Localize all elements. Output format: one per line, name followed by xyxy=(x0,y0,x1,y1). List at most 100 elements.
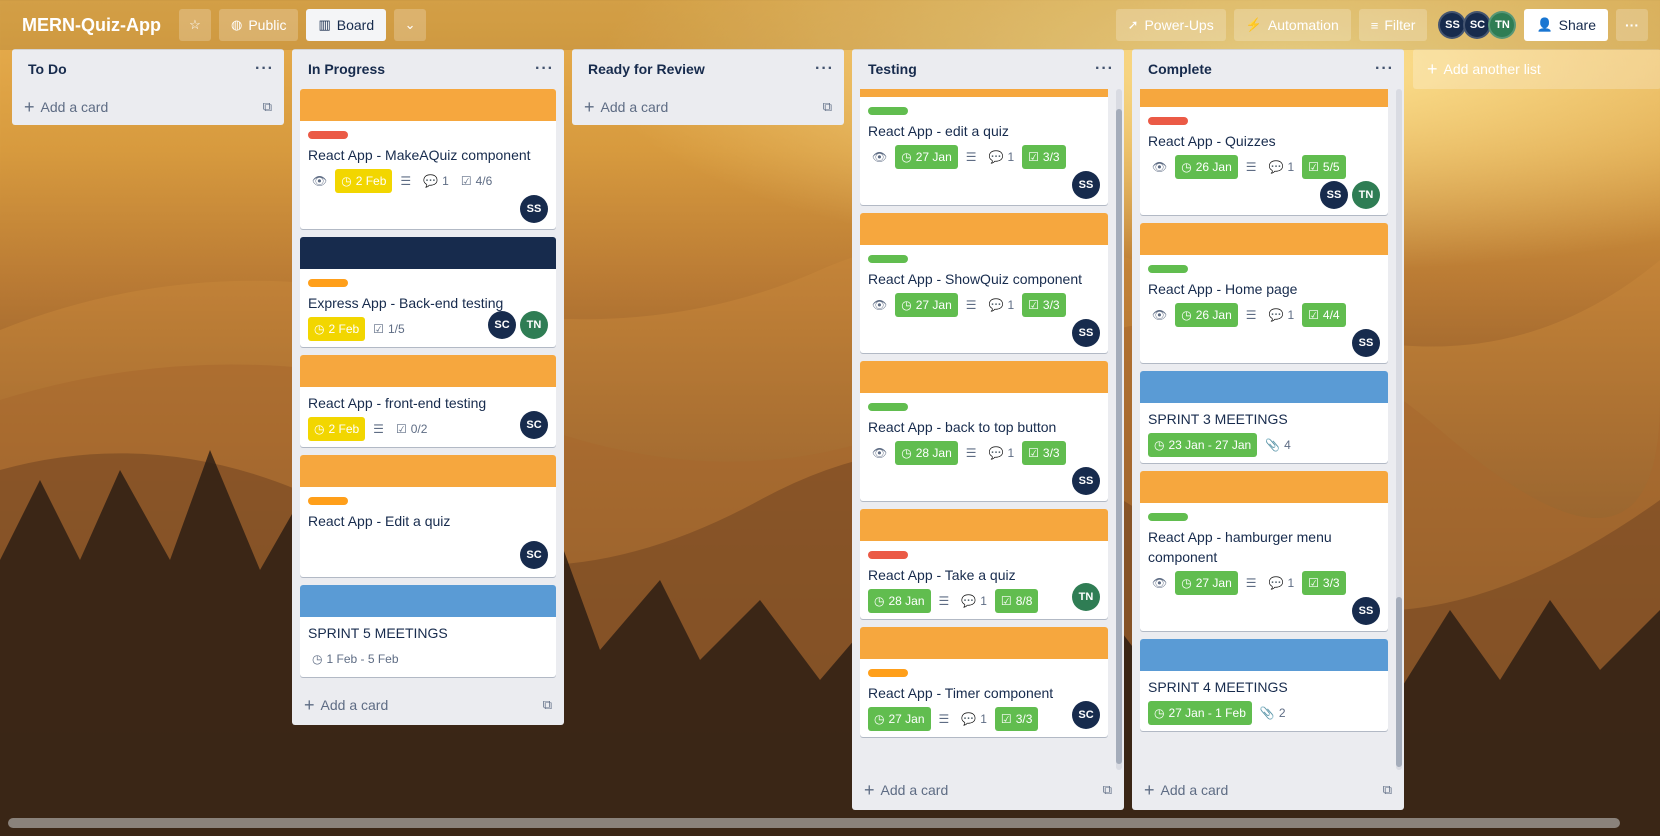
add-card-button[interactable]: + Add a card ⧉ xyxy=(852,770,1124,810)
card[interactable]: React App - front-end testing ◷ 2 Feb ☰ ☑… xyxy=(300,355,556,447)
list-menu-icon[interactable]: ··· xyxy=(1375,60,1394,78)
card-label-orange[interactable] xyxy=(868,669,908,677)
avatar[interactable]: SC xyxy=(1072,701,1100,729)
list-header[interactable]: Testing ··· xyxy=(852,49,1124,89)
share-button[interactable]: 👤 Share xyxy=(1524,9,1608,41)
card-label-orange[interactable] xyxy=(308,279,348,287)
avatar[interactable]: SS xyxy=(1072,171,1100,199)
card[interactable]: SPRINT 4 MEETINGS ◷ 27 Jan - 1 Feb 📎 2 xyxy=(1140,639,1388,731)
card-label-green[interactable] xyxy=(868,403,908,411)
due-date-badge[interactable]: ◷ 27 Jan xyxy=(868,707,931,731)
due-date-badge[interactable]: ◷ 27 Jan xyxy=(1175,571,1238,595)
list-header[interactable]: Complete ··· xyxy=(1132,49,1404,89)
list-scroll-thumb[interactable] xyxy=(1116,109,1122,764)
filter-button[interactable]: ≡ Filter xyxy=(1358,9,1428,41)
card-label-green[interactable] xyxy=(1148,513,1188,521)
board-view-button[interactable]: ▥ Board xyxy=(306,9,387,41)
add-card-button[interactable]: + Add a card ⧉ xyxy=(292,685,564,725)
board-title[interactable]: MERN-Quiz-App xyxy=(12,15,171,36)
add-card-button[interactable]: + Add a card ⧉ xyxy=(1132,770,1404,810)
avatar[interactable]: SS xyxy=(1072,319,1100,347)
card[interactable]: React App - edit a quiz 👁 ◷ 27 Jan ☰ 💬 1 ☑… xyxy=(860,89,1108,205)
list-menu-icon[interactable]: ··· xyxy=(535,60,554,78)
avatar[interactable]: TN xyxy=(1072,583,1100,611)
list-header[interactable]: In Progress ··· xyxy=(292,49,564,89)
template-icon[interactable]: ⧉ xyxy=(823,99,832,115)
due-date-badge[interactable]: ◷ 26 Jan xyxy=(1175,155,1238,179)
card[interactable]: React App - ShowQuiz component 👁 ◷ 27 Jan… xyxy=(860,213,1108,353)
list-scrollbar[interactable] xyxy=(1116,89,1122,770)
avatar[interactable]: SS xyxy=(1352,597,1380,625)
list-menu-icon[interactable]: ··· xyxy=(255,60,274,78)
template-icon[interactable]: ⧉ xyxy=(1383,782,1392,798)
card[interactable]: React App - back to top button 👁 ◷ 28 Jan… xyxy=(860,361,1108,501)
dates-badge[interactable]: ◷ 23 Jan - 27 Jan xyxy=(1148,433,1258,457)
list-title[interactable]: To Do xyxy=(28,61,67,77)
card[interactable]: React App - MakeAQuiz component 👁 ◷ 2 Feb… xyxy=(300,89,556,229)
avatar[interactable]: TN xyxy=(1352,181,1380,209)
card-label-green[interactable] xyxy=(868,107,908,115)
card-label-red[interactable] xyxy=(868,551,908,559)
automation-button[interactable]: ⚡ Automation xyxy=(1233,9,1351,41)
dates-badge[interactable]: ◷ 27 Jan - 1 Feb xyxy=(1148,701,1252,725)
add-card-button[interactable]: + Add a card ⧉ xyxy=(572,89,844,125)
avatar[interactable]: SS xyxy=(520,195,548,223)
card[interactable]: Express App - Back-end testing ◷ 2 Feb ☑ 1… xyxy=(300,237,556,347)
due-date-badge[interactable]: ◷ 28 Jan xyxy=(895,441,958,465)
card-label-red[interactable] xyxy=(308,131,348,139)
list-menu-icon[interactable]: ··· xyxy=(815,60,834,78)
card[interactable]: SPRINT 5 MEETINGS ◷ 1 Feb - 5 Feb xyxy=(300,585,556,677)
avatar[interactable]: TN xyxy=(520,311,548,339)
avatar[interactable]: TN xyxy=(1488,11,1517,39)
avatar[interactable]: SS xyxy=(1438,11,1467,39)
card[interactable]: React App - hamburger menu component 👁 ◷… xyxy=(1140,471,1388,631)
list-header[interactable]: Ready for Review ··· xyxy=(572,49,844,89)
template-icon[interactable]: ⧉ xyxy=(263,99,272,115)
list-scrollbar[interactable] xyxy=(1396,89,1402,770)
board-horizontal-scrollbar[interactable] xyxy=(8,818,1620,828)
list-title[interactable]: In Progress xyxy=(308,61,385,77)
avatar[interactable]: SS xyxy=(1352,329,1380,357)
board-scroll-thumb[interactable] xyxy=(8,818,1620,828)
card[interactable]: SPRINT 3 MEETINGS ◷ 23 Jan - 27 Jan 📎 4 xyxy=(1140,371,1388,463)
card[interactable]: React App - Edit a quiz SC xyxy=(300,455,556,577)
avatar[interactable]: SC xyxy=(520,541,548,569)
avatar[interactable]: SS xyxy=(1320,181,1348,209)
due-date-badge[interactable]: ◷ 27 Jan xyxy=(895,293,958,317)
due-date-badge[interactable]: ◷ 28 Jan xyxy=(868,589,931,613)
card[interactable]: React App - Quizzes 👁 ◷ 26 Jan ☰ 💬 1 ☑ 5/5 … xyxy=(1140,89,1388,215)
list-title[interactable]: Ready for Review xyxy=(588,61,705,77)
powerups-button[interactable]: ➚ Power-Ups xyxy=(1115,9,1226,41)
due-date-badge[interactable]: ◷ 26 Jan xyxy=(1175,303,1238,327)
avatar[interactable]: SC xyxy=(488,311,516,339)
add-card-button[interactable]: + Add a card ⧉ xyxy=(12,89,284,125)
due-date-badge[interactable]: ◷ 2 Feb xyxy=(308,417,366,441)
card-label-green[interactable] xyxy=(1148,265,1188,273)
list-header[interactable]: To Do ··· xyxy=(12,49,284,89)
dates-badge[interactable]: ◷ 1 Feb - 5 Feb xyxy=(308,647,403,671)
due-date-badge[interactable]: ◷ 27 Jan xyxy=(895,145,958,169)
visibility-button[interactable]: ◍ Public xyxy=(218,9,299,41)
card-label-green[interactable] xyxy=(868,255,908,263)
template-icon[interactable]: ⧉ xyxy=(543,697,552,713)
view-switcher-button[interactable]: ⌄ xyxy=(394,9,427,41)
board-menu-button[interactable]: ··· xyxy=(1616,9,1648,41)
avatar[interactable]: SS xyxy=(1072,467,1100,495)
avatar[interactable]: SC xyxy=(520,411,548,439)
template-icon[interactable]: ⧉ xyxy=(1103,782,1112,798)
card[interactable]: React App - Take a quiz ◷ 28 Jan ☰ 💬 1 ☑ 8/… xyxy=(860,509,1108,619)
due-date-badge[interactable]: ◷ 2 Feb xyxy=(335,169,393,193)
avatar[interactable]: SC xyxy=(1463,11,1492,39)
card-label-red[interactable] xyxy=(1148,117,1188,125)
add-list-button[interactable]: + Add another list xyxy=(1413,49,1660,89)
list-menu-icon[interactable]: ··· xyxy=(1095,60,1114,78)
list-title[interactable]: Testing xyxy=(868,61,917,77)
list-title[interactable]: Complete xyxy=(1148,61,1212,77)
card[interactable]: React App - Home page 👁 ◷ 26 Jan ☰ 💬 1 ☑ 4/… xyxy=(1140,223,1388,363)
card-cover xyxy=(860,89,1108,97)
card-label-orange[interactable] xyxy=(308,497,348,505)
list-scroll-thumb[interactable] xyxy=(1396,597,1402,767)
due-date-badge[interactable]: ◷ 2 Feb xyxy=(308,317,366,341)
star-button[interactable]: ☆ xyxy=(178,9,211,41)
card[interactable]: React App - Timer component ◷ 27 Jan ☰ 💬 1… xyxy=(860,627,1108,737)
